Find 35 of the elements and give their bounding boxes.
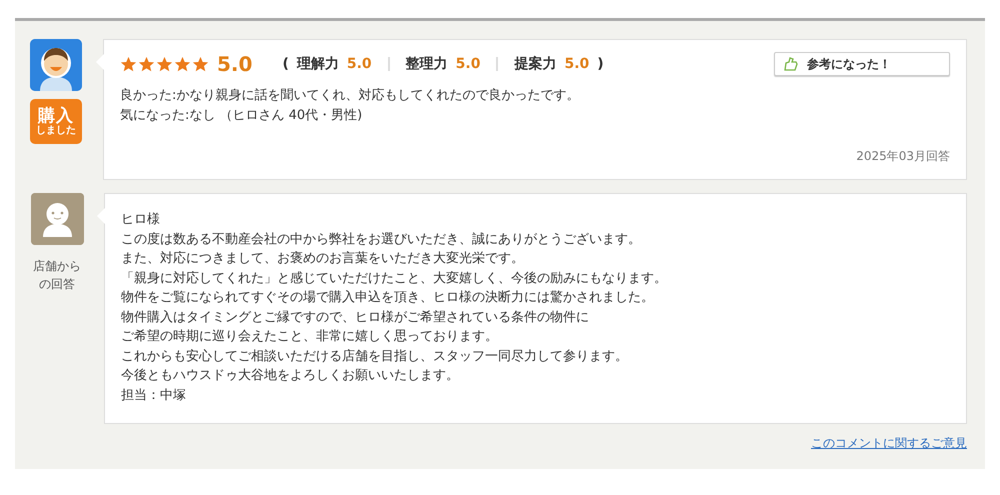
- answer-date: 2025年03月回答: [855, 148, 950, 165]
- rating-score: 5.0: [456, 56, 480, 72]
- star-icon: [156, 56, 173, 72]
- reply-text: 「親身に対応してくれた」と感じていただけたこと、大変嬉しく、今後の励みにもなります。: [121, 270, 668, 288]
- rating-score: 5.0: [346, 56, 372, 72]
- purchased-badge: 購入 しました: [30, 99, 82, 144]
- feedback-link[interactable]: このコメントに関するご意見: [811, 435, 967, 452]
- user-avatar: [30, 39, 82, 91]
- star-icon: [192, 56, 209, 72]
- overall-score: 5.0: [217, 52, 252, 76]
- parenthesis: (: [282, 56, 289, 72]
- review-text: 気になった:なし （ヒロさん 40代・男性): [120, 107, 364, 125]
- reply-text: また、対応につきまして、お褒めのお言葉をいただき大変光栄です。: [121, 250, 525, 268]
- reply-text: 今後ともハウスドゥ大谷地をよろしくお願いいたします。: [121, 367, 460, 385]
- reply-text: これからも安心してご相談いただける店舗を目指し、スタッフ一同尽力して参ります。: [121, 348, 629, 366]
- reply-text: 担当：中塚: [121, 386, 187, 404]
- helpful-button[interactable]: 参考になった！: [774, 52, 950, 76]
- rating-label: 提案力: [514, 55, 556, 73]
- rating-label: 理解力: [296, 55, 339, 73]
- star-icon: [120, 56, 137, 72]
- reply-text: この度は数ある不動産会社の中から弊社をお選びいただき、誠にありがとうございます。: [121, 230, 642, 248]
- store-avatar: [30, 193, 84, 245]
- parenthesis: ): [597, 56, 604, 72]
- reply-text: ヒロ様: [121, 211, 161, 229]
- star-icon: [174, 56, 191, 72]
- reply-text: ご希望の時期に巡り会えたこと、非常に嬉しく思っております。: [121, 328, 499, 346]
- star-icon: [138, 56, 155, 72]
- rating-label: 整理力: [406, 55, 448, 73]
- hand-icon: [783, 56, 799, 72]
- review-text: 良かった:かなり親身に話を聞いてくれ、対応もしてくれたので良かったです。: [120, 87, 580, 105]
- reply-text: 物件購入はタイミングとご縁ですので、ヒロ様がご希望されている条件の物件に: [121, 308, 590, 326]
- reply-text: 物件をご覧になられてすぐその場で購入申込を頂き、ヒロ様の決断力には驚かされました。: [121, 289, 655, 307]
- reply-label: 店舗から: [33, 258, 81, 275]
- rating-score: 5.0: [564, 56, 590, 72]
- reply-label: の回答: [39, 276, 75, 293]
